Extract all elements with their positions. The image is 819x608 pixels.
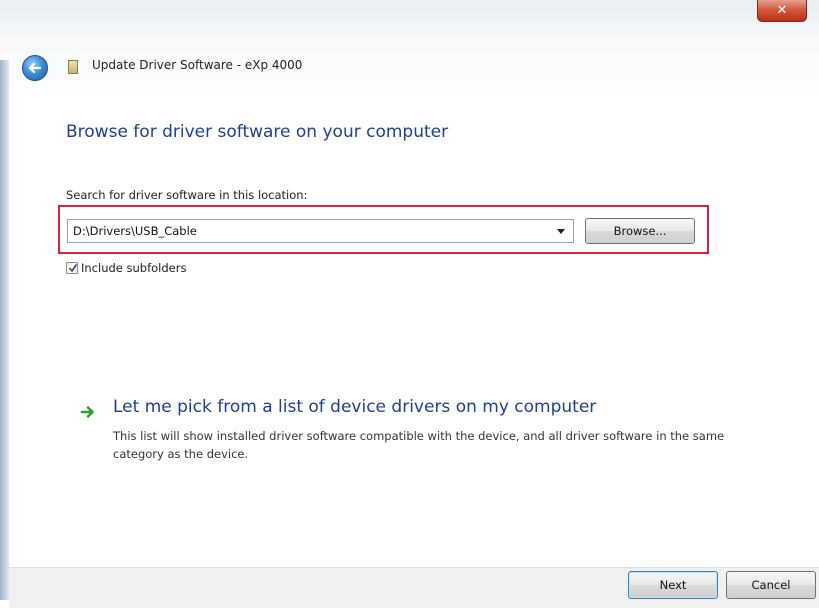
chevron-down-icon[interactable] <box>557 229 565 234</box>
browse-button[interactable]: Browse... <box>585 218 695 244</box>
back-arrow-icon <box>28 62 42 74</box>
pick-driver-link[interactable]: Let me pick from a list of device driver… <box>113 397 596 417</box>
checkmark-icon <box>68 264 78 273</box>
include-subfolders-option[interactable]: Include subfolders <box>66 261 186 275</box>
device-icon <box>68 60 78 74</box>
cancel-button[interactable]: Cancel <box>726 571 816 599</box>
close-icon: ✕ <box>776 3 788 18</box>
driver-path-combobox[interactable]: D:\Drivers\USB_Cable <box>67 219 574 243</box>
pick-driver-description: This list will show installed driver sof… <box>113 429 725 461</box>
close-button[interactable]: ✕ <box>757 0 807 22</box>
include-subfolders-checkbox[interactable] <box>66 262 78 274</box>
search-location-label: Search for driver software in this locat… <box>66 188 308 202</box>
page-heading: Browse for driver software on your compu… <box>66 122 449 142</box>
update-driver-dialog: ✕ Update Driver Software - eXp 4000 Brow… <box>0 0 819 608</box>
driver-path-value: D:\Drivers\USB_Cable <box>73 224 197 238</box>
include-subfolders-label: Include subfolders <box>81 261 187 275</box>
window-frame-edge <box>0 60 9 600</box>
green-right-arrow-icon[interactable] <box>80 404 96 420</box>
next-button[interactable]: Next <box>628 571 718 599</box>
window-title: Update Driver Software - eXp 4000 <box>92 58 303 72</box>
title-bar <box>0 0 819 100</box>
back-button[interactable] <box>22 55 48 81</box>
